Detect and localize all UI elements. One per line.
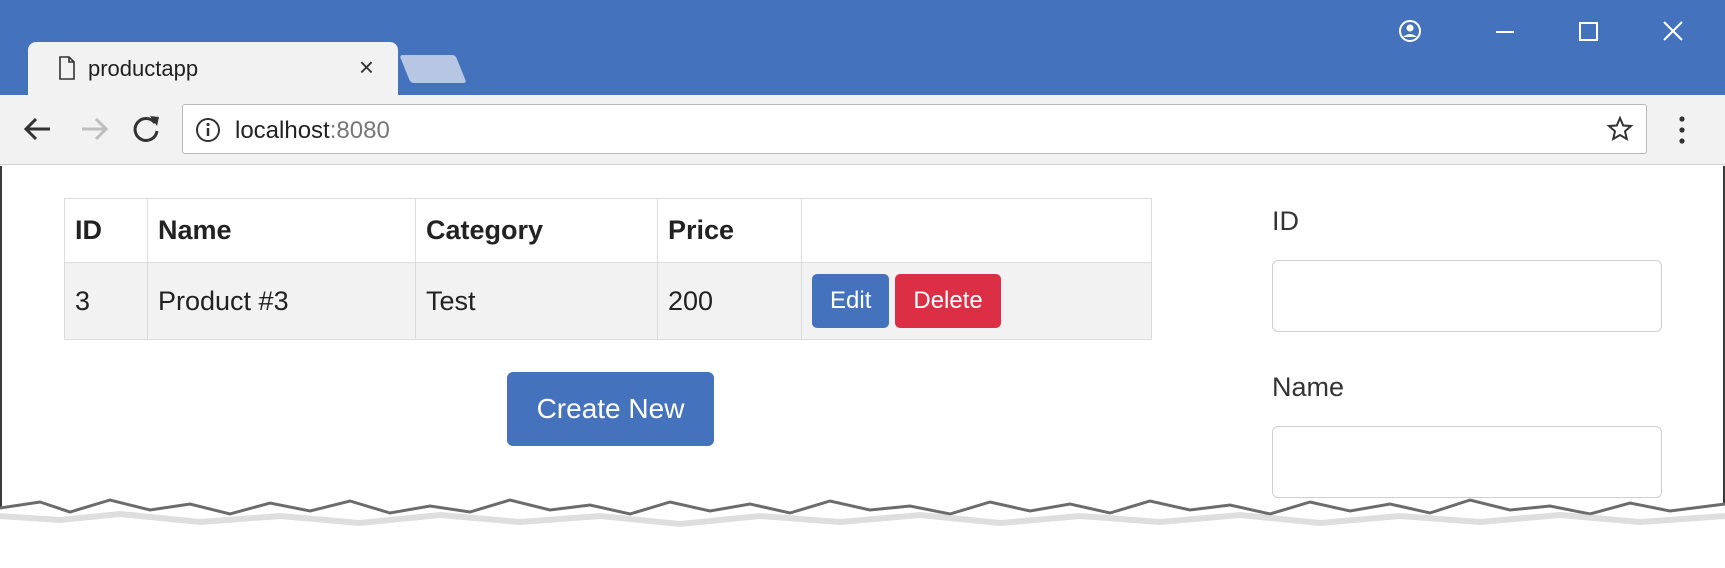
header-name: Name [147,198,416,263]
cell-name: Product #3 [147,262,416,340]
id-label: ID [1272,206,1299,236]
minimize-icon[interactable] [1480,12,1530,52]
tab-title: productapp [88,56,199,81]
cell-category: Test [415,262,658,340]
edit-button[interactable]: Edit [812,274,890,328]
browser-window: productapp × localhost:8080 ID Name Cate… [0,0,1725,568]
forward-icon[interactable] [76,111,112,147]
cell-id: 3 [64,262,148,340]
table-header-row: ID Name Category Price [64,198,1152,263]
name-field[interactable] [1272,426,1662,498]
info-icon[interactable] [195,117,221,143]
delete-button[interactable]: Delete [895,274,1001,328]
close-icon[interactable] [1648,12,1698,52]
tab-close-icon[interactable]: × [359,52,374,82]
menu-icon[interactable] [1672,113,1692,147]
browser-tab[interactable]: productapp × [28,42,398,95]
star-icon[interactable] [1606,115,1634,143]
new-tab-button[interactable] [399,55,467,83]
header-id: ID [64,198,148,263]
document-icon [59,56,75,80]
browser-toolbar: localhost:8080 [0,95,1725,165]
url-port: :8080 [329,117,390,144]
name-label: Name [1272,372,1345,402]
create-new-button[interactable]: Create New [507,372,714,446]
header-actions [801,198,1152,263]
header-category: Category [415,198,658,263]
title-bar: productapp × [0,0,1725,95]
products-table: ID Name Category Price 3 Product #3 Test… [64,198,1152,340]
reload-icon[interactable] [128,111,164,147]
back-icon[interactable] [20,111,56,147]
url-host: localhost [235,117,330,144]
address-bar[interactable]: localhost:8080 [182,104,1647,154]
torn-edge [0,498,1725,568]
header-price: Price [657,198,802,263]
id-field[interactable] [1272,260,1662,332]
cell-price: 200 [657,262,802,340]
cell-actions: Edit Delete [801,262,1152,340]
maximize-icon[interactable] [1563,12,1613,52]
table-row: 3 Product #3 Test 200 Edit Delete [64,262,1152,340]
account-icon[interactable] [1385,12,1435,52]
url-text: localhost:8080 [235,117,390,145]
